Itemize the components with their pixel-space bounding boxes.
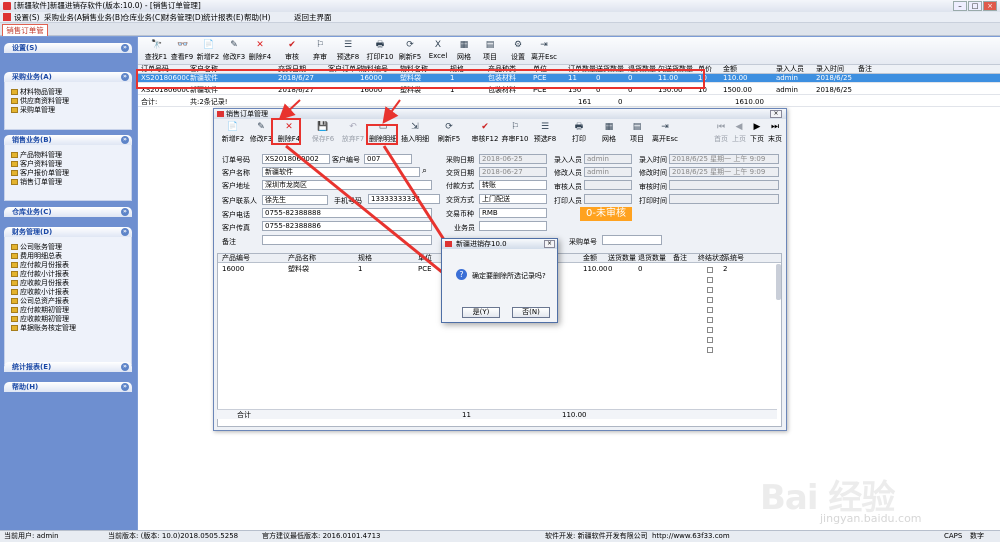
- status-user: 当前用户: admin: [4, 532, 59, 540]
- status-lowest-version: 官方建议最低版本: 2016.0101.4713: [262, 532, 381, 540]
- arrow-to-delete-detail: [382, 99, 401, 124]
- status-url: http://www.63f33.com: [652, 532, 730, 540]
- status-developer: 软件开发: 新疆软件开发有限公司: [545, 532, 648, 540]
- confirm-app-icon: [445, 241, 452, 247]
- no-button[interactable]: 否(N): [512, 307, 550, 318]
- status-bar: 当前用户: admin 当前版本: (版本: 10.0)2018.0505.52…: [0, 530, 1000, 542]
- watermark-url: jingyan.baidu.com: [820, 512, 922, 525]
- question-icon: ?: [456, 269, 467, 280]
- yes-button[interactable]: 是(Y): [462, 307, 500, 318]
- confirm-dialog: 新疆进销存10.0 × ? 确定要删除所选记录吗? 是(Y) 否(N): [441, 238, 558, 323]
- status-caps: CAPS: [944, 532, 963, 540]
- confirm-title: 新疆进销存10.0: [456, 240, 507, 248]
- confirm-close-button[interactable]: ×: [544, 240, 555, 248]
- confirm-titlebar: 新疆进销存10.0 ×: [442, 239, 557, 249]
- status-num: 数字: [970, 532, 984, 540]
- status-version: 当前版本: (版本: 10.0)2018.0505.5258: [108, 532, 239, 540]
- arrow-to-delete: [278, 99, 301, 121]
- confirm-text: 确定要删除所选记录吗?: [472, 272, 546, 280]
